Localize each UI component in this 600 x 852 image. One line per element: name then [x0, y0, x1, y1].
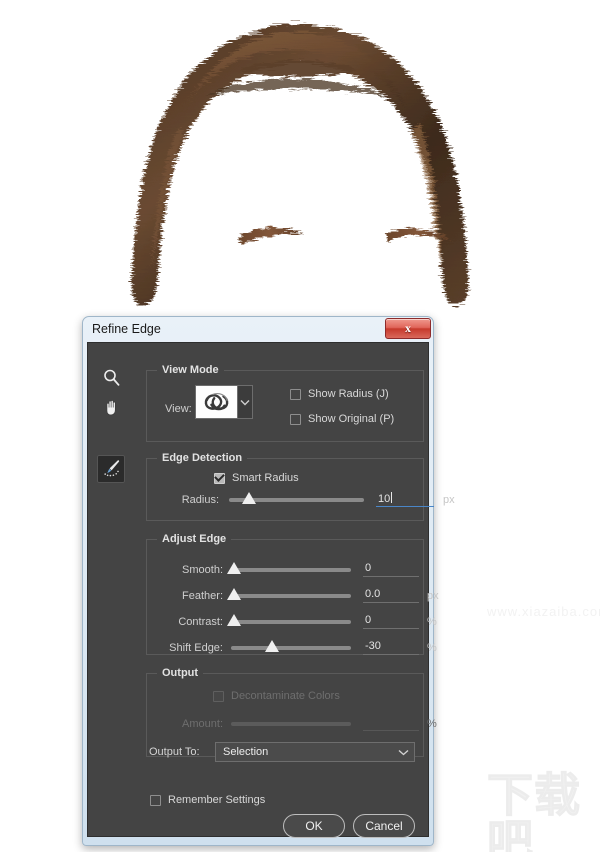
amount-slider-row: Amount: % [147, 716, 437, 733]
amount-unit: % [427, 718, 437, 730]
amount-slider-track [231, 722, 351, 726]
text-caret [391, 492, 393, 503]
close-button[interactable]: x [385, 318, 431, 339]
zoom-tool-button[interactable] [97, 365, 125, 393]
radius-slider-thumb[interactable] [242, 492, 256, 504]
radius-slider-row: Radius: 10 px [147, 492, 455, 509]
checkbox-box [214, 472, 225, 484]
smooth-value-input[interactable]: 0 [363, 562, 419, 577]
dialog-title-bar[interactable]: Refine Edge x [87, 317, 431, 342]
tool-strip [88, 343, 135, 836]
output-to-row: Output To: Selection [147, 742, 423, 762]
shift-edge-slider-thumb[interactable] [265, 640, 279, 652]
show-original-label: Show Original (P) [308, 413, 395, 425]
show-original-checkbox[interactable]: Show Original (P) [290, 413, 394, 425]
smooth-slider-thumb[interactable] [227, 562, 241, 574]
output-group: Output Decontaminate Colors Amount: % Ou… [146, 667, 437, 762]
feather-slider-thumb[interactable] [227, 588, 241, 600]
decontaminate-colors-label: Decontaminate Colors [231, 690, 340, 702]
feather-slider-row: Feather: 0.0 px [147, 588, 439, 605]
smart-radius-label: Smart Radius [232, 472, 299, 484]
feather-label: Feather: [182, 590, 223, 602]
checkbox-box [213, 690, 224, 702]
remember-settings-checkbox[interactable]: Remember Settings [150, 794, 265, 806]
contrast-slider-track[interactable] [231, 620, 351, 624]
view-label: View: [165, 403, 192, 415]
hair-cutout-image [90, 18, 510, 310]
smooth-slider-track[interactable] [231, 568, 351, 572]
ok-button[interactable]: OK [283, 814, 345, 838]
edge-detection-title: Edge Detection [157, 452, 248, 464]
view-mode-chevron-down-icon[interactable] [238, 385, 253, 419]
checkbox-box [290, 388, 301, 400]
contrast-unit: % [427, 616, 437, 628]
cancel-button[interactable]: Cancel [353, 814, 415, 838]
close-icon: x [405, 321, 411, 335]
contrast-value-input[interactable]: 0 [363, 614, 419, 629]
contrast-slider-thumb[interactable] [227, 614, 241, 626]
view-mode-group: View Mode View: Show Radius (J) Show Ori… [146, 364, 424, 442]
view-mode-title: View Mode [157, 364, 224, 376]
output-to-selected-value: Selection [223, 746, 269, 758]
adjust-edge-group: Adjust Edge Smooth: 0 Feather: 0.0 px Co… [146, 533, 439, 657]
shift-edge-label: Shift Edge: [169, 642, 223, 654]
shift-edge-unit: % [427, 642, 437, 654]
hand-icon [102, 398, 121, 420]
dialog-body: View Mode View: Show Radius (J) Show Ori… [87, 342, 455, 838]
amount-label: Amount: [182, 718, 223, 730]
output-to-select[interactable]: Selection [215, 742, 415, 762]
contrast-label: Contrast: [178, 616, 223, 628]
remember-settings-label: Remember Settings [168, 794, 266, 806]
adjust-edge-title: Adjust Edge [157, 533, 232, 545]
show-radius-checkbox[interactable]: Show Radius (J) [290, 388, 389, 400]
marching-ants-preview-thumbnail[interactable] [195, 385, 238, 419]
output-title: Output [157, 667, 204, 679]
show-radius-label: Show Radius (J) [308, 388, 389, 400]
refine-brush-icon [101, 458, 121, 481]
smooth-slider-row: Smooth: 0 [147, 562, 423, 579]
radius-unit: px [443, 494, 455, 506]
edge-detection-group: Edge Detection Smart Radius Radius: 10 p… [146, 452, 455, 521]
shift-edge-value-input[interactable]: -30 [363, 640, 419, 655]
site-logo-watermark: 下载吧 [487, 768, 581, 852]
output-to-chevron-down-icon [392, 749, 414, 756]
view-mode-selector[interactable] [195, 385, 253, 419]
dialog-title: Refine Edge [92, 322, 161, 336]
feather-slider-track[interactable] [231, 594, 351, 598]
site-watermark: www.xiazaiba.com [487, 604, 600, 619]
feather-value-input[interactable]: 0.0 [363, 588, 419, 603]
shift-edge-slider-track[interactable] [231, 646, 351, 650]
shift-edge-slider-row: Shift Edge: -30 % [147, 640, 437, 657]
feather-unit: px [427, 590, 439, 602]
radius-label: Radius: [181, 494, 219, 506]
amount-value-input [363, 716, 419, 731]
checkbox-box [290, 413, 301, 425]
smooth-label: Smooth: [182, 564, 223, 576]
contrast-slider-row: Contrast: 0 % [147, 614, 437, 631]
smart-radius-checkbox[interactable]: Smart Radius [214, 472, 299, 484]
decontaminate-colors-checkbox[interactable]: Decontaminate Colors [213, 690, 340, 702]
output-to-label: Output To: [149, 746, 200, 758]
magnifier-icon [102, 368, 121, 390]
refine-edge-dialog: Refine Edge x View Mode View: Show Radiu… [82, 316, 455, 846]
radius-value-input[interactable]: 10 [376, 492, 434, 507]
checkbox-box [150, 794, 161, 806]
refine-radius-brush-tool-button[interactable] [97, 455, 125, 483]
hand-tool-button[interactable] [97, 395, 125, 423]
